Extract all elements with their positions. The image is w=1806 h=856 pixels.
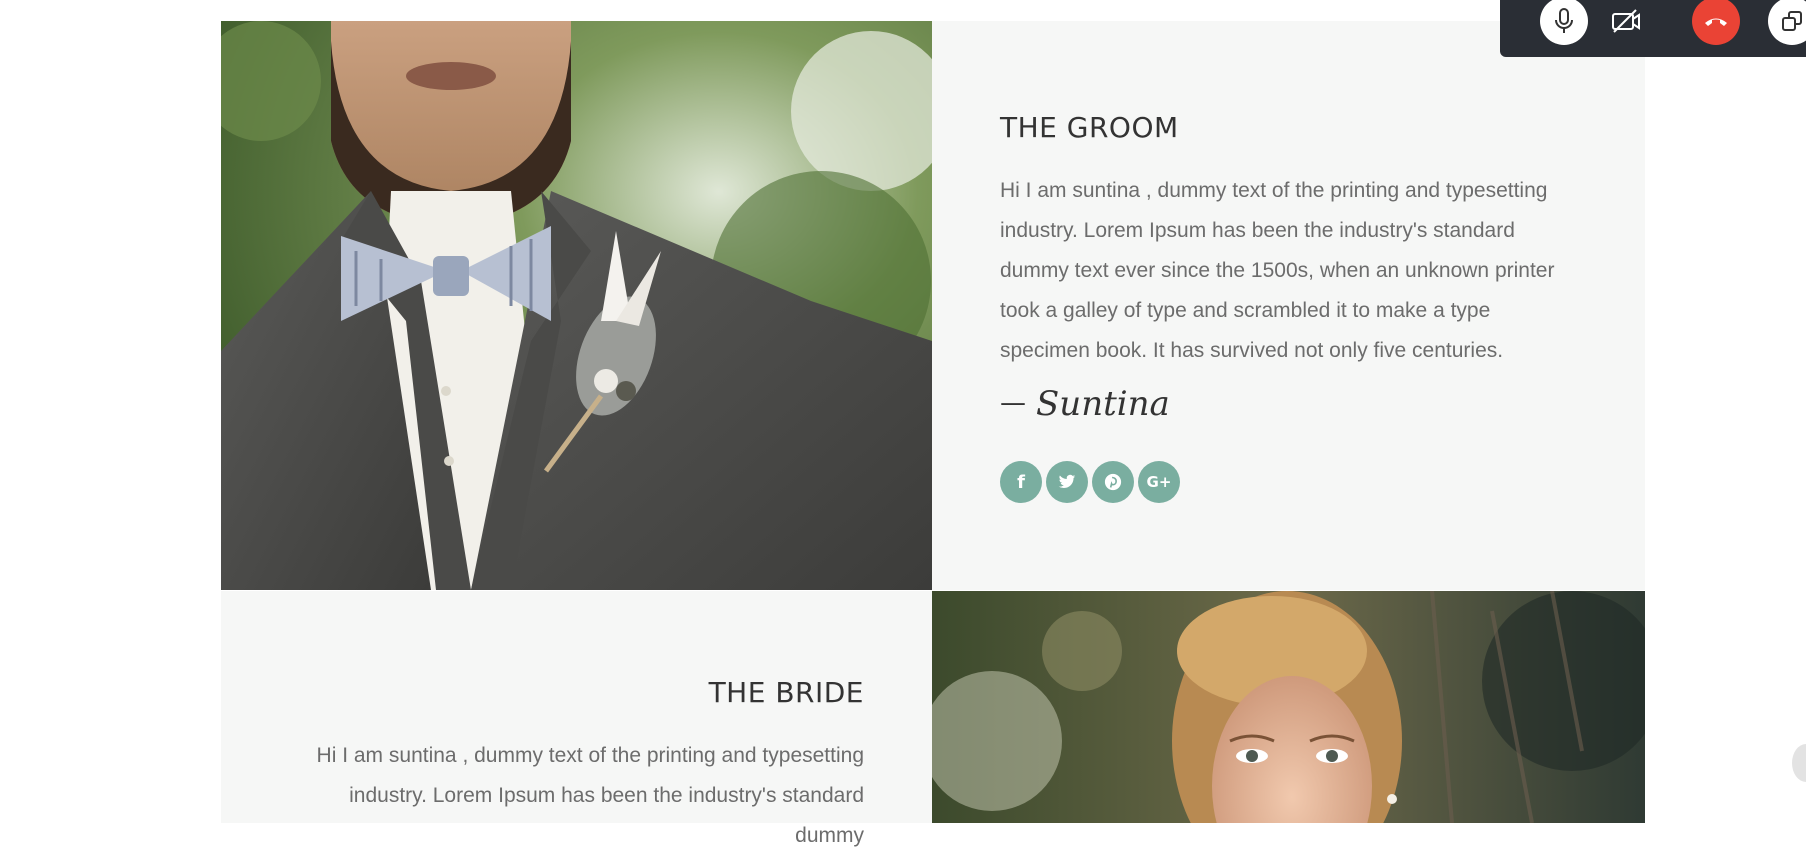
groom-signature: — Suntina	[1000, 384, 1170, 424]
bride-photo	[932, 591, 1645, 823]
microphone-icon[interactable]	[1540, 0, 1588, 45]
google-plus-icon[interactable]: G+	[1138, 461, 1180, 503]
bride-title: THE BRIDE	[708, 676, 864, 709]
pinterest-icon[interactable]	[1092, 461, 1134, 503]
hang-up-icon[interactable]	[1692, 0, 1740, 45]
bride-bio: Hi I am suntina , dummy text of the prin…	[316, 744, 864, 847]
video-call-toolbar	[1500, 0, 1806, 57]
groom-title: THE GROOM	[1000, 111, 1179, 144]
couple-section: THE GROOM Hi I am suntina , dummy text o…	[221, 21, 1645, 847]
groom-bio: Hi I am suntina , dummy text of the prin…	[1000, 179, 1555, 362]
signature-dash: —	[1000, 388, 1026, 418]
scroll-to-top-button[interactable]	[1792, 744, 1806, 782]
facebook-icon[interactable]: f	[1000, 461, 1042, 503]
groom-photo	[221, 21, 932, 590]
social-links: f G+	[1000, 461, 1180, 503]
twitter-icon[interactable]	[1046, 461, 1088, 503]
bride-info-panel: THE BRIDE Hi I am suntina , dummy text o…	[221, 591, 932, 847]
groom-info-panel: THE GROOM Hi I am suntina , dummy text o…	[932, 21, 1645, 590]
camera-off-icon[interactable]	[1602, 0, 1650, 45]
signature-name: Suntina	[1036, 384, 1170, 424]
popout-window-icon[interactable]	[1768, 0, 1806, 45]
